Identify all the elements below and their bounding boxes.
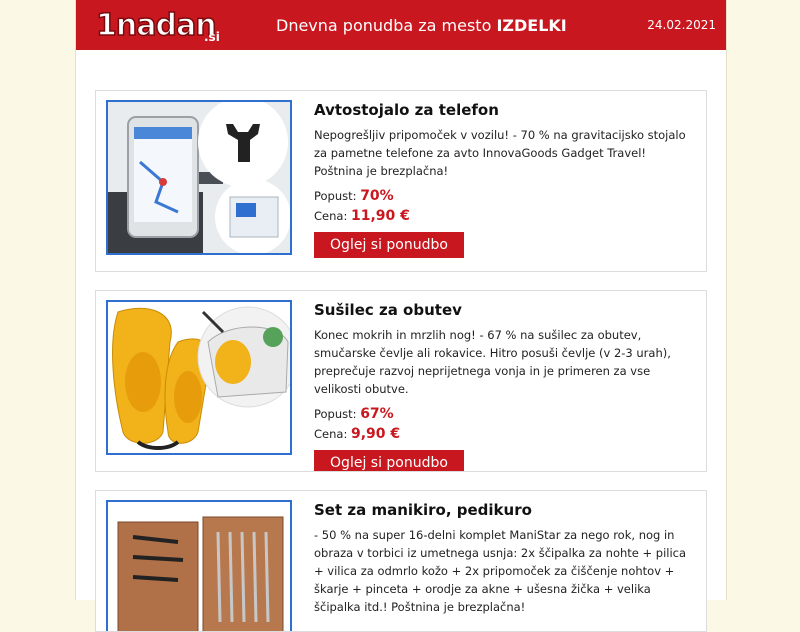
price-value: 11,90 € (350, 208, 410, 224)
offer-card: Set za manikiro, pedikuro - 50 % na supe… (95, 490, 707, 632)
offer-card: Avtostojalo za telefon Nepogrešljiv prip… (95, 90, 707, 272)
offer-description: Konec mokrih in mrzlih nog! - 67 % na su… (314, 328, 671, 396)
price-value: 9,90 € (350, 426, 401, 442)
header-title: Dnevna ponudba za mesto IZDELKI (276, 16, 567, 36)
header-bar: 1nadan .si Dnevna ponudba za mesto IZDEL… (76, 0, 726, 50)
discount-row: Popust: 67% (314, 404, 694, 424)
svg-text:.si: .si (204, 30, 220, 43)
svg-text:1nadan: 1nadan (96, 8, 216, 43)
price-row: Cena: 9,90 € (314, 424, 694, 444)
newsletter-page: 1nadan .si Dnevna ponudba za mesto IZDEL… (75, 0, 727, 632)
offer-title[interactable]: Sušilec za obutev (314, 300, 694, 320)
manicure-set-image[interactable] (106, 500, 292, 631)
offer-title[interactable]: Set za manikiro, pedikuro (314, 500, 694, 520)
price-label: Cena: (314, 209, 348, 223)
view-offer-button[interactable]: Oglej si ponudbo (314, 450, 464, 471)
offer-description: Nepogrešljiv pripomoček v vozilu! - 70 %… (314, 128, 686, 178)
shoe-dryer-image[interactable] (106, 300, 292, 455)
header-title-prefix: Dnevna ponudba za mesto (276, 16, 497, 35)
price-row: Cena: 11,90 € (314, 206, 694, 226)
discount-row: Popust: 70% (314, 186, 694, 206)
offer-description: - 50 % na super 16-delni komplet ManiSta… (314, 528, 687, 614)
offer-card: Sušilec za obutev Konec mokrih in mrzlih… (95, 290, 707, 472)
car-phone-holder-image[interactable] (106, 100, 292, 255)
header-date: 24.02.2021 (647, 18, 716, 32)
discount-value: 70% (360, 188, 394, 204)
discount-value: 67% (360, 406, 394, 422)
discount-label: Popust: (314, 407, 357, 421)
price-label: Cena: (314, 427, 348, 441)
offer-title[interactable]: Avtostojalo za telefon (314, 100, 694, 120)
brand-logo[interactable]: 1nadan .si (94, 7, 224, 43)
header-city: IZDELKI (496, 16, 567, 35)
discount-label: Popust: (314, 189, 357, 203)
view-offer-button[interactable]: Oglej si ponudbo (314, 232, 464, 258)
